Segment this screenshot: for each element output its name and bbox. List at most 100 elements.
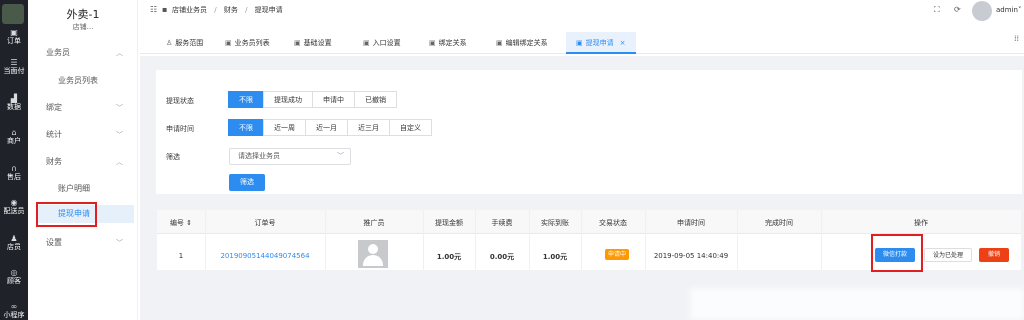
miniapp-icon: ∞ xyxy=(10,302,18,311)
salesman-select[interactable]: 请选择业务员 ﹀ xyxy=(229,148,351,165)
tab-label: 入口设置 xyxy=(372,39,401,47)
tab-salesman-list[interactable]: ▣ 业务员列表 xyxy=(225,32,270,54)
refresh-icon[interactable]: ⟳ xyxy=(954,5,961,14)
rider-icon: ◉ xyxy=(10,198,18,207)
user-menu[interactable]: admin˅ xyxy=(996,6,1021,14)
app-logo xyxy=(2,4,24,24)
cell-id: 1 xyxy=(178,252,184,260)
time-option-month[interactable]: 近一月 xyxy=(305,119,348,136)
breadcrumb-item[interactable]: 财务 xyxy=(224,6,238,14)
column-header-status: 交易状态 xyxy=(599,219,627,227)
rail-item-miniapp[interactable]: ∞ 小程序 xyxy=(0,302,28,320)
document-icon: ▣ xyxy=(576,39,583,47)
shop-icon: ⌂ xyxy=(11,128,17,137)
sidebar-group-finance[interactable]: 财务 ︿ xyxy=(28,153,138,171)
status-option-pending[interactable]: 申请中 xyxy=(312,91,355,108)
store-subtitle: 店铺... xyxy=(72,23,94,31)
sidebar-item-label: 设置 xyxy=(46,238,62,247)
sidebar-group-settings[interactable]: 设置 ﹀ xyxy=(28,234,138,252)
sidebar-group-salesman[interactable]: 业务员 ︿ xyxy=(28,44,138,62)
tab-label: 提现申请 xyxy=(585,39,614,47)
rail-label: 店员 xyxy=(7,243,21,251)
document-icon: ▣ xyxy=(429,39,436,47)
cell-amount: 1.00元 xyxy=(436,253,462,261)
highlight-box xyxy=(871,234,923,272)
time-option-custom[interactable]: 自定义 xyxy=(389,119,432,136)
revoke-button[interactable]: 撤销 xyxy=(979,248,1009,262)
select-placeholder: 请选择业务员 xyxy=(238,152,280,160)
rail-item-facepay[interactable]: ☰ 当面付 xyxy=(0,58,28,76)
breadcrumb-item: 提现申请 xyxy=(254,6,283,14)
time-filter-group: 不限 近一周 近一月 近三月 自定义 xyxy=(228,119,432,136)
bar-chart-icon: ▟ xyxy=(10,94,18,103)
rail-item-customer[interactable]: ◎ 顾客 xyxy=(0,268,28,286)
collapse-menu-icon[interactable]: ☷ xyxy=(150,5,157,14)
column-header-received: 实际到账 xyxy=(541,219,569,227)
tab-label: 绑定关系 xyxy=(438,39,467,47)
breadcrumb-separator: / xyxy=(245,6,248,14)
column-header-apply-time: 申请时间 xyxy=(677,219,705,227)
person-icon xyxy=(363,255,383,266)
rail-item-orders[interactable]: ▣ 订单 xyxy=(0,28,28,46)
highlight-box xyxy=(36,202,97,227)
chevron-down-icon: ﹀ xyxy=(337,152,344,160)
time-option-week[interactable]: 近一周 xyxy=(263,119,306,136)
sidebar-group-bind[interactable]: 绑定 ﹀ xyxy=(28,99,138,117)
column-header-label: 编号 xyxy=(169,219,184,227)
tab-service-area[interactable]: ♙ 服务范围 xyxy=(166,32,203,54)
rail-label: 商户 xyxy=(7,137,21,145)
filter-panel: 提现状态 不限 提现成功 申请中 已撤销 申请时间 不限 近一周 近一月 近三月… xyxy=(156,70,1022,194)
app-rail: ▣ 订单 ☰ 当面付 ▟ 数据 ⌂ 商户 ∩ 售后 ◉ 配送员 ♟ 店员 ◎ 顾… xyxy=(0,0,28,320)
status-option-success[interactable]: 提现成功 xyxy=(263,91,313,108)
tab-edit-bind-relation[interactable]: ▣ 编辑绑定关系 xyxy=(496,32,548,54)
cell-received: 1.00元 xyxy=(542,253,568,261)
sidebar-item-account-detail[interactable]: 账户明细 xyxy=(28,180,138,198)
breadcrumb: 店铺业务员 / 财务 / 提现申请 xyxy=(172,5,288,15)
tab-label: 服务范围 xyxy=(175,39,204,47)
cell-apply-time: 2019-09-05 14:40:49 xyxy=(653,252,729,260)
fullscreen-icon[interactable]: ⛶ xyxy=(934,5,940,15)
status-filter-group: 不限 提现成功 申请中 已撤销 xyxy=(228,91,397,108)
tab-label: 基础设置 xyxy=(303,39,332,47)
tab-bind-relation[interactable]: ▣ 绑定关系 xyxy=(429,32,467,54)
column-header-id[interactable]: 编号 ⇕ xyxy=(157,218,205,228)
order-number-link[interactable]: 20190905144049074564 xyxy=(205,252,325,260)
breadcrumb-item[interactable]: 店铺业务员 xyxy=(172,6,207,14)
rail-label: 数据 xyxy=(7,103,21,111)
tab-label: 编辑绑定关系 xyxy=(505,39,548,47)
rail-item-data[interactable]: ▟ 数据 xyxy=(0,94,28,112)
column-header-amount: 提现金额 xyxy=(435,219,463,227)
filter-button[interactable]: 筛选 xyxy=(229,174,265,191)
store-title: 外卖-1 xyxy=(66,8,100,21)
rail-item-clerk[interactable]: ♟ 店员 xyxy=(0,234,28,252)
document-icon: ▣ xyxy=(363,39,370,47)
sidebar-item-label: 财务 xyxy=(46,157,62,166)
grid-icon[interactable]: ⁞⁞ xyxy=(1014,34,1019,43)
sidebar-group-stats[interactable]: 统计 ﹀ xyxy=(28,126,138,144)
column-header-order: 订单号 xyxy=(254,219,276,227)
time-option-quarter[interactable]: 近三月 xyxy=(347,119,390,136)
avatar-placeholder xyxy=(358,240,388,268)
sidebar-item-salesman-list[interactable]: 业务员列表 xyxy=(28,72,138,90)
status-option-revoked[interactable]: 已撤销 xyxy=(354,91,397,108)
rail-item-aftersale[interactable]: ∩ 售后 xyxy=(0,164,28,182)
time-option-all[interactable]: 不限 xyxy=(228,119,264,136)
sort-icon[interactable]: ⇕ xyxy=(186,219,192,227)
avatar[interactable] xyxy=(972,1,992,21)
status-option-all[interactable]: 不限 xyxy=(228,91,264,108)
location-icon: ♙ xyxy=(166,39,173,47)
cell-fee: 0.00元 xyxy=(489,253,515,261)
rail-item-merchant[interactable]: ⌂ 商户 xyxy=(0,128,28,146)
rail-label: 配送员 xyxy=(3,207,25,215)
mark-processed-button[interactable]: 设为已处理 xyxy=(924,248,972,262)
tab-entry-settings[interactable]: ▣ 入口设置 xyxy=(363,32,401,54)
rail-item-rider[interactable]: ◉ 配送员 xyxy=(0,198,28,216)
home-icon[interactable]: ▪ xyxy=(162,5,167,14)
rail-label: 售后 xyxy=(7,173,21,181)
close-icon[interactable]: × xyxy=(620,39,626,47)
tab-basic-settings[interactable]: ▣ 基础设置 xyxy=(294,32,332,54)
tab-withdraw[interactable]: ▣ 提现申请 × xyxy=(566,32,636,54)
list-icon: ☰ xyxy=(10,58,18,67)
tab-label: 业务员列表 xyxy=(234,39,270,47)
chevron-up-icon: ︿ xyxy=(116,158,123,166)
